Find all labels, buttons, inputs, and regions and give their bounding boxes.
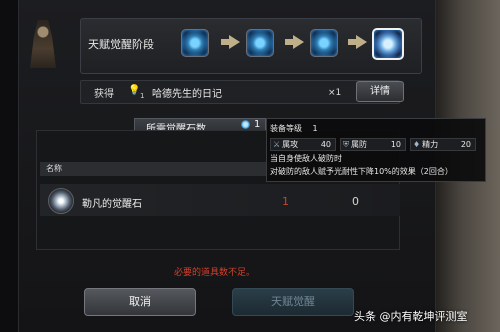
- item-required-count: 0: [352, 195, 359, 208]
- drop-icon: ♦: [413, 140, 421, 149]
- item-owned-count: 1: [282, 195, 289, 208]
- watermark: 头条 @内有乾坤评测室: [354, 310, 468, 323]
- stage-gem-1[interactable]: [181, 29, 209, 57]
- stat-value: 10: [390, 140, 401, 149]
- bulb-icon: 💡: [128, 85, 141, 96]
- acquire-label: 获得: [94, 89, 114, 100]
- tooltip-effect-line-1: 当自身使敌人破防时: [270, 154, 342, 163]
- tooltip-level-label: 装备等级: [270, 124, 302, 133]
- stage-gem-4-selected[interactable]: [372, 28, 404, 60]
- stage-gem-3[interactable]: [310, 29, 338, 57]
- acquire-quantity: ×1: [328, 88, 342, 98]
- stage-arrow-icon: [348, 35, 367, 49]
- stat-attack: ⚔ 属攻 40: [270, 138, 336, 151]
- column-header-name: 名称: [46, 164, 62, 173]
- stat-label: 属防: [351, 140, 367, 149]
- awakening-stone-icon: [241, 120, 250, 129]
- acquire-item-name: 哈德先生的日记: [152, 89, 222, 100]
- tooltip-level: 装备等级 1: [270, 123, 318, 134]
- cancel-button[interactable]: 取消: [84, 288, 196, 316]
- sword-icon: ⚔: [273, 140, 281, 149]
- detail-button[interactable]: 详情: [356, 81, 404, 102]
- stage-gem-2[interactable]: [246, 29, 274, 57]
- stat-label: 精力: [422, 140, 439, 149]
- awaken-button[interactable]: 天赋觉醒: [232, 288, 354, 316]
- stat-value: 40: [320, 140, 331, 149]
- stage-arrow-icon: [285, 35, 304, 49]
- stat-label: 属攻: [282, 140, 299, 149]
- column-header: [40, 162, 276, 176]
- stat-value: 20: [460, 140, 471, 149]
- bulb-count: 1: [140, 92, 145, 100]
- stat-defense: ⛨ 属防 10: [340, 138, 406, 151]
- required-stones-count: 1: [254, 119, 261, 130]
- tooltip-effect-line-2: 对破防的敌人赋予光耐性下降10%的效果（2回合）: [270, 167, 453, 176]
- stage-title: 天赋觉醒阶段: [88, 38, 154, 51]
- tooltip-level-value: 1: [312, 124, 318, 133]
- item-name: 勒凡的觉醒石: [82, 199, 142, 210]
- stage-arrow-icon: [221, 35, 240, 49]
- tooltip-stats: ⚔ 属攻 40 ⛨ 属防 10 ♦ 精力 20: [270, 138, 482, 151]
- insufficient-warning: 必要的道具数不足。: [174, 268, 256, 278]
- awakening-stone-icon: [48, 188, 74, 214]
- stat-energy: ♦ 精力 20: [410, 138, 476, 151]
- shield-icon: ⛨: [343, 140, 349, 149]
